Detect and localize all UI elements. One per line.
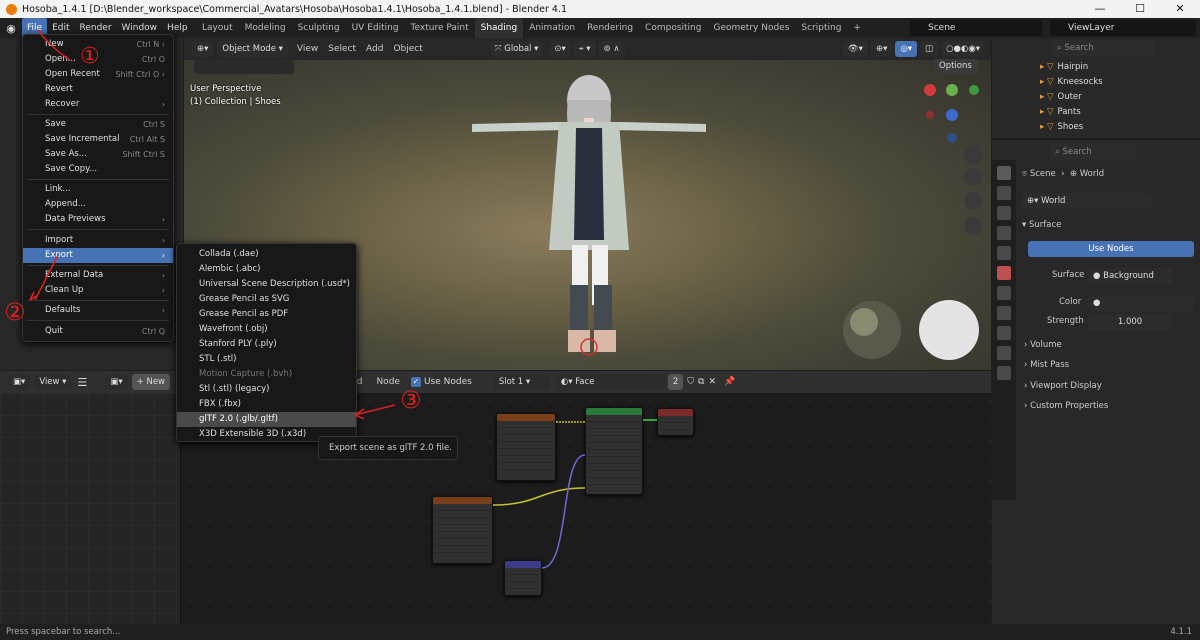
annotation-one: ① (80, 44, 100, 69)
red-annotations (29, 29, 396, 420)
annotation-three: ③ (400, 386, 422, 414)
annotation-two: ② (4, 298, 26, 326)
